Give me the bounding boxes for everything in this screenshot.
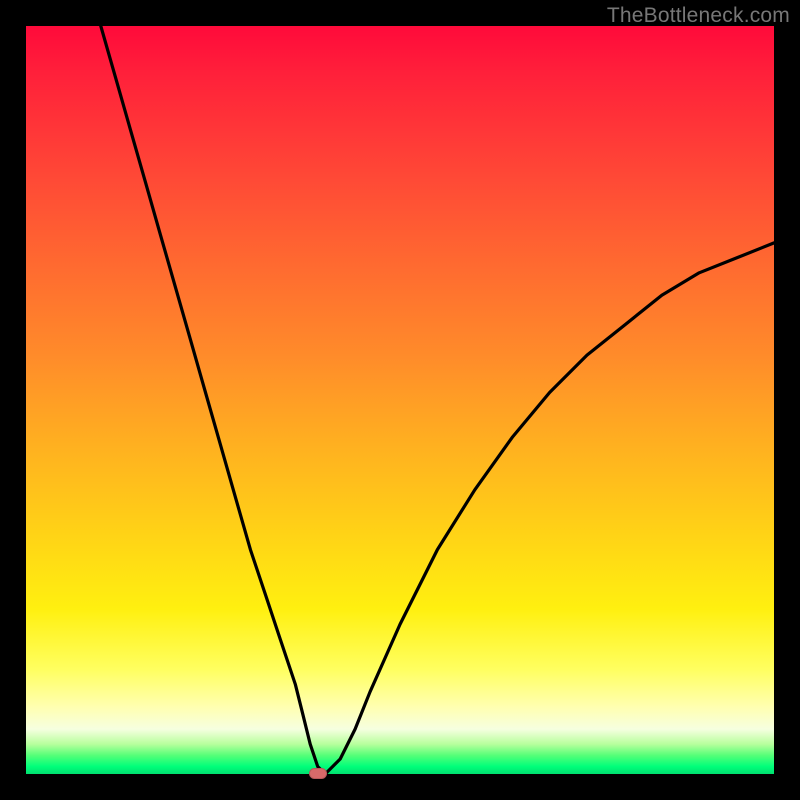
- watermark-text: TheBottleneck.com: [607, 4, 790, 28]
- bottleneck-curve: [26, 26, 774, 774]
- plot-area: [26, 26, 774, 774]
- optimal-point-marker: [309, 768, 327, 779]
- chart-frame: TheBottleneck.com: [0, 0, 800, 800]
